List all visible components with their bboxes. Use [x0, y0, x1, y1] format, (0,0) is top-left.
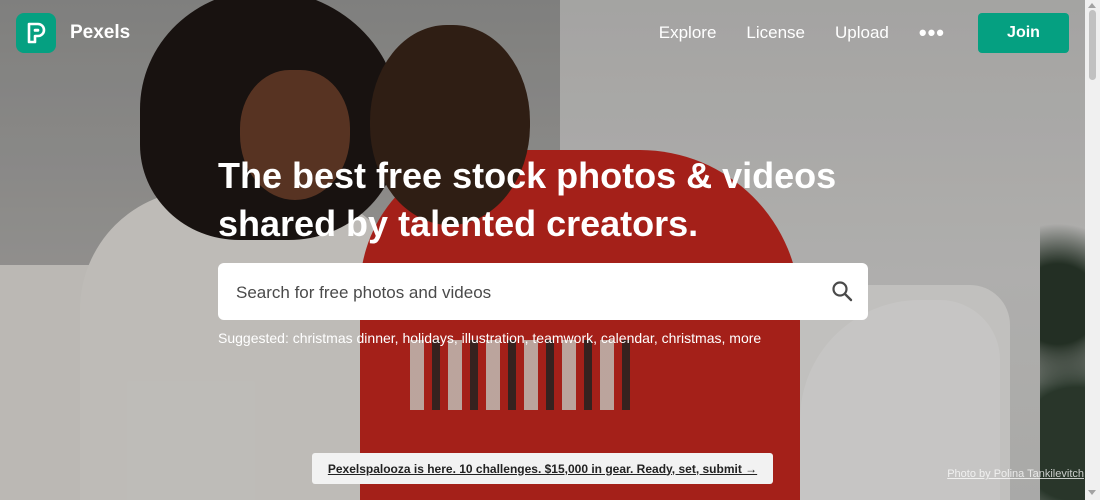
- search-icon: [832, 281, 853, 302]
- hero-overlay: [0, 0, 1085, 500]
- search-button[interactable]: [830, 280, 854, 304]
- suggestion-link[interactable]: calendar: [601, 330, 654, 346]
- main-nav: Explore License Upload ••• Join: [629, 13, 1069, 53]
- site-header: Pexels Explore License Upload ••• Join: [0, 0, 1085, 66]
- challenge-banner-text: Pexelspalooza is here. 10 challenges. $1…: [327, 461, 758, 476]
- nav-upload[interactable]: Upload: [835, 23, 889, 43]
- suggestion-link[interactable]: christmas: [662, 330, 722, 346]
- challenge-banner[interactable]: Pexelspalooza is here. 10 challenges. $1…: [312, 453, 773, 484]
- suggested-label: Suggested:: [218, 330, 289, 346]
- logo-link[interactable]: Pexels: [16, 13, 130, 53]
- brand-name: Pexels: [70, 22, 131, 43]
- nav-license[interactable]: License: [746, 23, 805, 43]
- suggestion-link[interactable]: christmas dinner: [293, 330, 395, 346]
- suggested-searches: Suggested: christmas dinner, holidays, i…: [218, 330, 762, 346]
- scroll-up-icon[interactable]: [1088, 3, 1096, 8]
- more-dots-icon[interactable]: •••: [919, 22, 945, 44]
- photo-credit[interactable]: Photo by Polina Tankilevitch: [947, 468, 1084, 480]
- suggestion-link[interactable]: illustration: [462, 330, 525, 346]
- suggestion-link[interactable]: more: [729, 330, 761, 346]
- pexels-logo-icon: [16, 13, 56, 53]
- suggestion-link[interactable]: teamwork: [532, 330, 593, 346]
- hero-headline: The best free stock photos & videos shar…: [218, 152, 878, 248]
- scroll-down-icon[interactable]: [1088, 490, 1096, 495]
- nav-explore[interactable]: Explore: [659, 23, 717, 43]
- search-input[interactable]: [234, 263, 828, 322]
- page-scrollbar[interactable]: [1085, 0, 1100, 500]
- suggestion-link[interactable]: holidays: [402, 330, 453, 346]
- join-button[interactable]: Join: [978, 13, 1069, 53]
- hero-background-photo: [0, 0, 1085, 500]
- search-bar: [218, 263, 868, 322]
- headline-line-1: The best free stock photos & videos: [218, 155, 837, 196]
- scrollbar-thumb[interactable]: [1089, 10, 1096, 80]
- headline-line-2: shared by talented creators.: [218, 203, 699, 244]
